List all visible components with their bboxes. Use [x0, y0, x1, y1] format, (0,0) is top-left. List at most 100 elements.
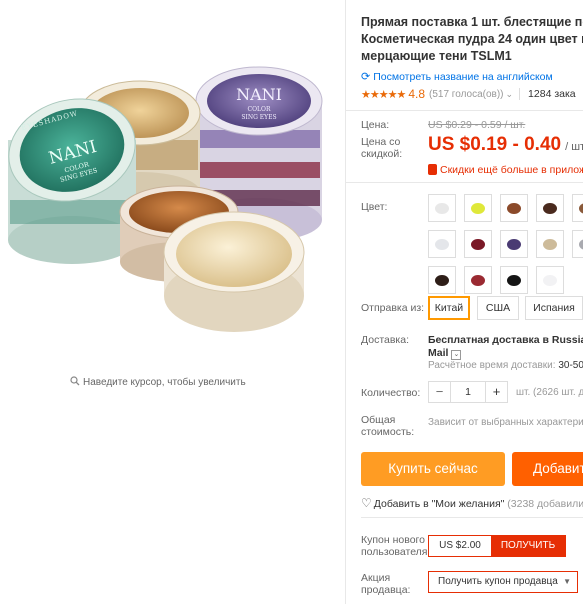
color-swatch-pearl[interactable]: [536, 266, 564, 294]
rating-value: 4.8: [408, 87, 425, 101]
color-swatch-thumb: [507, 239, 521, 250]
add-to-cart-button[interactable]: Добавит: [512, 452, 583, 486]
discount-price-label-line: Цена со: [361, 136, 401, 148]
zoom-hint-text: Наведите курсор, чтобы увеличить: [83, 377, 246, 388]
delivery-method-line-end: Mail: [428, 347, 449, 359]
color-swatch-thumb: [435, 239, 449, 250]
magnifier-icon: [70, 376, 80, 386]
color-swatch-red[interactable]: [464, 266, 492, 294]
current-price-value: US $0.19 - 0.40: [428, 134, 562, 155]
color-swatch-thumb: [579, 239, 583, 250]
ship-from-label: Отправка из:: [361, 302, 425, 314]
seller-promo-label-line: Акция: [361, 572, 391, 584]
discount-price-label: Цена со скидкой:: [361, 136, 402, 160]
ship-from-china[interactable]: Китай: [428, 296, 470, 320]
delivery-estimate-value: 30-50: [558, 360, 583, 371]
quantity-decrease-button[interactable]: −: [429, 382, 450, 402]
votes-link[interactable]: (517 голоса(ов)): [429, 89, 504, 100]
star-rating-icon: ★★★★★: [361, 88, 406, 101]
color-swatch-dark-brown[interactable]: [536, 194, 564, 222]
color-swatch-thumb: [543, 203, 557, 214]
color-swatch-thumb: [543, 275, 557, 286]
color-swatch-champagne[interactable]: [536, 230, 564, 258]
color-swatch-gray[interactable]: [572, 230, 583, 258]
delivery-estimate-label: Расчётное время доставки:: [428, 360, 556, 371]
current-price: US $0.19 - 0.40/ шт.: [428, 134, 583, 156]
heart-icon: ♡: [361, 496, 372, 510]
divider: [345, 0, 346, 604]
rating-row: ★★★★★ 4.8 (517 голоса(ов)) ⌄ 1284 зака: [361, 87, 576, 101]
chevron-down-icon[interactable]: ⌄: [451, 350, 462, 360]
price-unit: / шт.: [565, 141, 583, 153]
champagne-open-jar: [163, 211, 305, 332]
coupon-amount: US $2.00: [429, 536, 491, 556]
zoom-hint: Наведите курсор, чтобы увеличить: [70, 376, 246, 388]
quantity-stepper: − 1 +: [428, 381, 508, 403]
color-swatch-silver[interactable]: [428, 230, 456, 258]
translate-title-text: Посмотреть название на английском: [373, 71, 553, 83]
color-swatch-thumb: [435, 275, 449, 286]
quantity-label: Количество:: [361, 387, 421, 399]
color-swatch-thumb: [471, 239, 485, 250]
new-user-coupon-label-line: Купон нового: [361, 534, 425, 546]
product-info-panel: Прямая поставка 1 шт. блестящие перл Кос…: [361, 0, 583, 604]
seller-promo-label: Акция продавца:: [361, 572, 410, 596]
delivery-estimate: Расчётное время доставки: 30-50: [428, 360, 583, 371]
quantity-increase-button[interactable]: +: [486, 382, 507, 402]
app-promo-link[interactable]: Скидки ещё больше в приложе: [428, 164, 583, 176]
color-swatch-thumb: [543, 239, 557, 250]
delivery-method[interactable]: Бесплатная доставка в Russian Mail ⌄: [428, 334, 583, 360]
color-swatch-thumb: [471, 203, 485, 214]
product-title-line: Прямая поставка 1 шт. блестящие перл: [361, 15, 583, 29]
delivery-method-line: Бесплатная доставка в Russian: [428, 334, 583, 346]
lid-brand: NANI: [236, 85, 282, 104]
divider: [519, 88, 521, 100]
color-swatch-brown[interactable]: [572, 194, 583, 222]
delivery-method-line: Mail ⌄: [428, 347, 583, 360]
total-label: Общая стоимость:: [361, 414, 414, 438]
wishlist-link[interactable]: ♡ Добавить в "Мои желания" (3238 добавили…: [361, 496, 583, 510]
color-swatch-black[interactable]: [500, 266, 528, 294]
new-user-coupon-label: Купон нового пользователя: [361, 534, 428, 558]
total-label-line: стоимость:: [361, 426, 415, 438]
color-swatch-thumb: [507, 203, 521, 214]
color-swatch-purple[interactable]: [500, 230, 528, 258]
seller-coupon-select-value: Получить купон продавца: [438, 576, 558, 587]
mobile-phone-icon: [428, 164, 437, 175]
orders-count: 1284 зака: [528, 88, 576, 100]
color-swatch-white[interactable]: [428, 194, 456, 222]
color-swatch-wine[interactable]: [464, 230, 492, 258]
product-title-line: мерцающие тени TSLM1: [361, 49, 512, 63]
quantity-available: шт. (2626 шт. д: [516, 387, 583, 398]
color-swatch-bronze[interactable]: [500, 194, 528, 222]
color-swatch-thumb: [435, 203, 449, 214]
product-gallery: NANI COLOR SING EYES NANI COLOR SING EYE…: [0, 0, 345, 604]
color-swatch-thumb: [579, 203, 583, 214]
wishlist-count: (3238 добавили): [507, 498, 583, 510]
color-swatch-thumb: [471, 275, 485, 286]
product-title: Прямая поставка 1 шт. блестящие перл Кос…: [361, 14, 583, 65]
total-value: Зависит от выбранных характери: [428, 417, 583, 428]
ship-from-usa[interactable]: США: [477, 296, 519, 320]
buy-now-button[interactable]: Купить сейчас: [361, 452, 505, 486]
color-label: Цвет:: [361, 201, 388, 213]
color-swatch-thumb: [507, 275, 521, 286]
delivery-label: Доставка:: [361, 334, 410, 346]
app-promo-text: Скидки ещё больше в приложе: [440, 164, 583, 176]
discount-price-label-line: скидкой:: [361, 148, 403, 160]
product-image[interactable]: NANI COLOR SING EYES NANI COLOR SING EYE…: [0, 0, 345, 370]
price-label: Цена:: [361, 119, 390, 131]
lid-line: COLOR: [248, 106, 271, 113]
color-swatch-black-brown[interactable]: [428, 266, 456, 294]
wishlist-text: Добавить в "Мои желания": [373, 498, 505, 510]
chevron-down-icon[interactable]: ⌄: [506, 89, 514, 100]
ship-from-spain[interactable]: Испания: [525, 296, 583, 320]
get-coupon-button[interactable]: ПОЛУЧИТЬ: [491, 536, 565, 556]
new-user-coupon-label-line: пользователя: [361, 546, 428, 558]
translate-title-link[interactable]: ⟳ Посмотреть название на английском: [361, 70, 553, 83]
seller-coupon-select[interactable]: Получить купон продавца ▼: [428, 571, 578, 593]
quantity-input[interactable]: 1: [450, 382, 486, 402]
purple-lid-text: NANI COLOR SING EYES: [236, 85, 282, 121]
seller-promo-label-line: продавца:: [361, 584, 411, 596]
color-swatch-yellow[interactable]: [464, 194, 492, 222]
